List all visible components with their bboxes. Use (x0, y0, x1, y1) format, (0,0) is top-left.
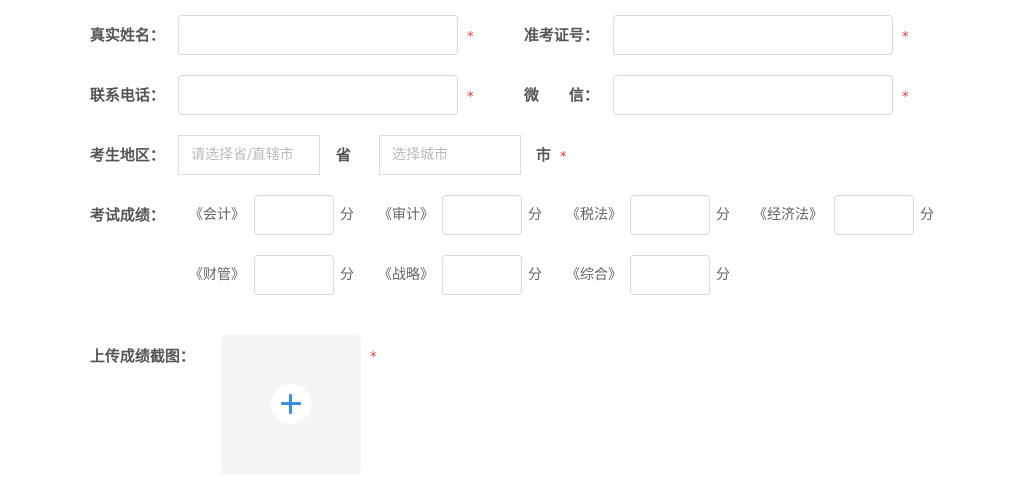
city-select[interactable] (379, 135, 521, 175)
phone-input[interactable] (178, 75, 458, 115)
required-star: * (902, 30, 909, 45)
score-unit: 分 (716, 267, 730, 283)
score-unit: 分 (340, 207, 354, 223)
subject-label: 《经济法》 (753, 207, 823, 223)
score-unit: 分 (340, 267, 354, 283)
score-input-accounting[interactable] (254, 195, 334, 235)
scores-label: 考试成绩： (90, 206, 166, 224)
required-star: * (370, 350, 377, 365)
real-name-input[interactable] (178, 15, 458, 55)
score-unit: 分 (528, 207, 542, 223)
region-label: 考生地区： (90, 146, 166, 164)
score-unit: 分 (716, 207, 730, 223)
plus-icon (271, 384, 311, 424)
wechat-label: 微 信： (524, 86, 600, 104)
score-unit: 分 (528, 267, 542, 283)
score-input-tax[interactable] (630, 195, 710, 235)
upload-screenshot-button[interactable] (221, 335, 361, 475)
upload-label: 上传成绩截图： (90, 347, 196, 365)
required-star: * (902, 90, 909, 105)
ticket-no-label: 准考证号： (524, 26, 600, 44)
score-input-audit[interactable] (442, 195, 522, 235)
subject-label: 《综合》 (566, 267, 622, 283)
score-input-economic-law[interactable] (834, 195, 914, 235)
ticket-no-input[interactable] (613, 15, 893, 55)
score-input-comprehensive[interactable] (630, 255, 710, 295)
required-star: * (467, 90, 474, 105)
subject-label: 《税法》 (566, 207, 622, 223)
required-star: * (467, 30, 474, 45)
subject-label: 《会计》 (189, 207, 245, 223)
subject-label: 《战略》 (378, 267, 434, 283)
score-input-strategy[interactable] (442, 255, 522, 295)
province-unit: 省 (336, 146, 352, 164)
real-name-label: 真实姓名： (90, 26, 166, 44)
required-star: * (560, 150, 567, 165)
province-select[interactable] (178, 135, 320, 175)
subject-label: 《审计》 (378, 207, 434, 223)
score-unit: 分 (920, 207, 934, 223)
phone-label: 联系电话： (90, 86, 166, 104)
city-unit: 市 (536, 146, 552, 164)
subject-label: 《财管》 (189, 267, 245, 283)
wechat-input[interactable] (613, 75, 893, 115)
score-input-finance[interactable] (254, 255, 334, 295)
